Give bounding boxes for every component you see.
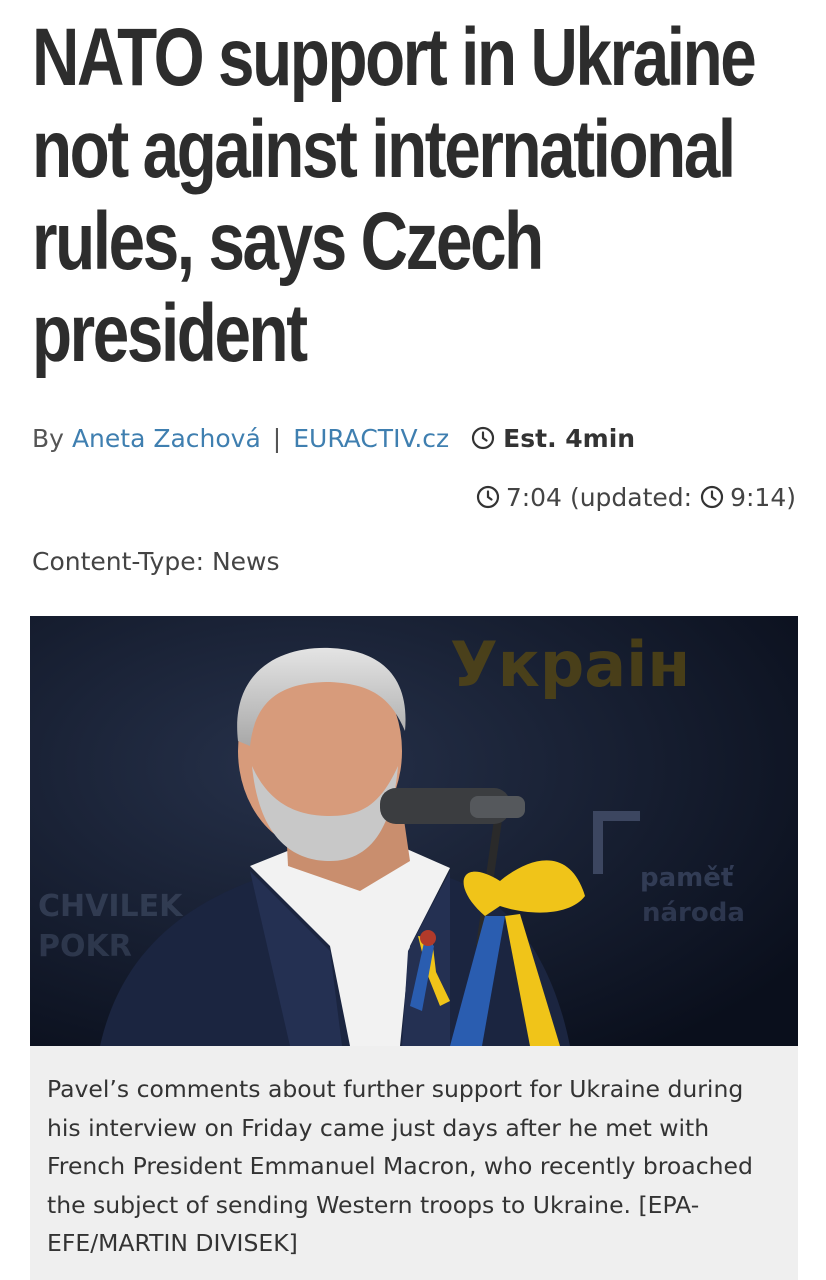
article-headline: NATO support in Ukraine not against inte… [32,12,757,379]
read-time-label: Est. 4min [503,423,636,453]
clock-icon [476,485,499,509]
publish-time: 7:04 (updated: 9:14) [476,478,796,516]
byline-by: By [32,423,64,453]
source-link[interactable]: EURACTIV.cz [293,424,449,453]
updated-label: (updated: [569,482,693,512]
photo-caption: Pavel’s comments about further support f… [30,1046,798,1280]
clock-icon [472,426,495,450]
author-link[interactable]: Aneta Zachová [72,424,261,453]
clock-icon [700,485,724,509]
updated-time: 9:14) [730,482,796,512]
read-time: Est. 4min [471,424,635,453]
article-photo: Украін CHVILEK POKR paměť národa [30,616,798,1046]
byline: By Aneta Zachová | EURACTIV.cz Est. 4min [32,418,635,458]
background-sign-text: Украін [450,628,690,701]
photo-illustration: Украін CHVILEK POKR paměť národa [30,616,798,1046]
background-sign-text: paměť [640,863,735,893]
byline-separator: | [272,423,282,453]
published-time: 7:04 [505,482,562,512]
background-sign-text: CHVILEK [38,889,184,924]
background-sign-text: POKR [38,929,132,964]
content-type: Content-Type: News [32,547,280,576]
background-sign-text: národa [642,898,745,928]
